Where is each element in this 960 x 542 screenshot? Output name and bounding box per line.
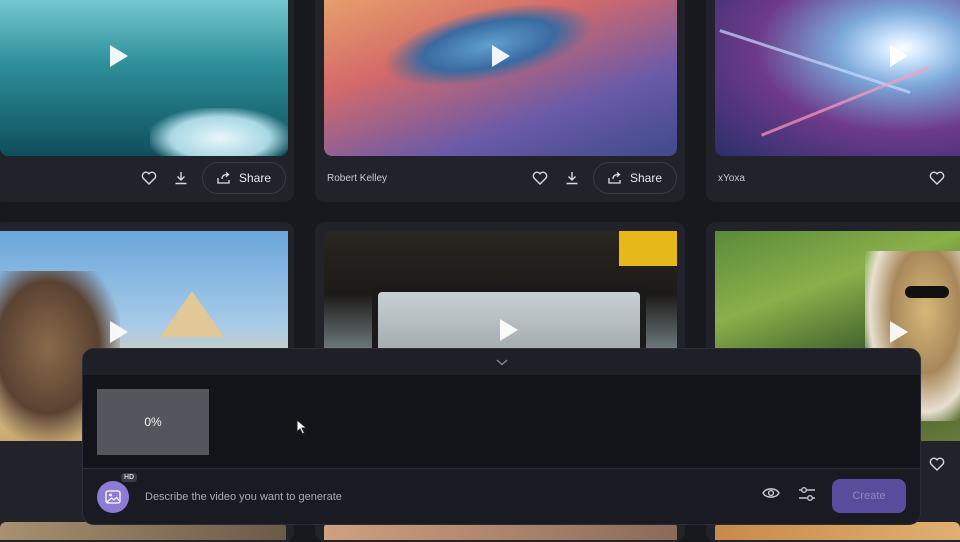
download-icon[interactable] [561, 167, 583, 189]
video-card-lightspeed[interactable]: xYoxa [706, 0, 960, 202]
preview-toggle[interactable] [762, 486, 780, 505]
heart-icon[interactable] [138, 167, 160, 189]
heart-icon[interactable] [926, 453, 948, 475]
card-author: Robert Kelley [327, 172, 388, 184]
play-icon[interactable] [890, 321, 908, 343]
generation-progress-tile[interactable]: 0% [97, 389, 209, 455]
panel-collapse-handle[interactable] [83, 349, 920, 375]
video-generator-panel: 0% HD Create [82, 348, 921, 525]
chevron-down-icon[interactable] [496, 359, 508, 366]
heart-icon[interactable] [926, 167, 948, 189]
progress-label: 0% [144, 415, 162, 429]
download-icon[interactable] [170, 167, 192, 189]
settings-button[interactable] [798, 486, 816, 507]
sliders-icon [799, 487, 815, 501]
prompt-bar: HD Create [83, 469, 920, 524]
play-icon[interactable] [110, 321, 128, 343]
hd-badge: HD [121, 473, 138, 482]
share-label: Share [238, 171, 271, 185]
card-author: xYoxa [718, 172, 745, 184]
image-icon [105, 490, 121, 504]
video-thumbnail[interactable] [324, 0, 677, 156]
heart-icon[interactable] [529, 167, 551, 189]
share-label: Share [629, 171, 662, 185]
video-card-underwater[interactable]: Share [0, 0, 294, 202]
share-button[interactable]: Share [201, 162, 286, 194]
share-icon [217, 172, 230, 184]
mouse-cursor-icon [296, 419, 308, 435]
play-icon[interactable] [890, 45, 908, 67]
play-icon[interactable] [110, 45, 128, 67]
video-thumbnail[interactable] [0, 0, 288, 156]
create-button[interactable]: Create [832, 479, 906, 513]
play-icon[interactable] [492, 45, 510, 67]
generation-queue: 0% [83, 375, 920, 468]
video-thumbnail[interactable] [715, 0, 960, 156]
eye-icon [762, 488, 780, 498]
share-button[interactable]: Share [592, 162, 677, 194]
video-card-dragon[interactable]: Robert Kelley Share [315, 0, 685, 202]
play-icon[interactable] [500, 319, 518, 341]
image-upload-button[interactable] [97, 481, 129, 513]
share-icon [608, 172, 621, 184]
prompt-input[interactable] [143, 486, 707, 508]
